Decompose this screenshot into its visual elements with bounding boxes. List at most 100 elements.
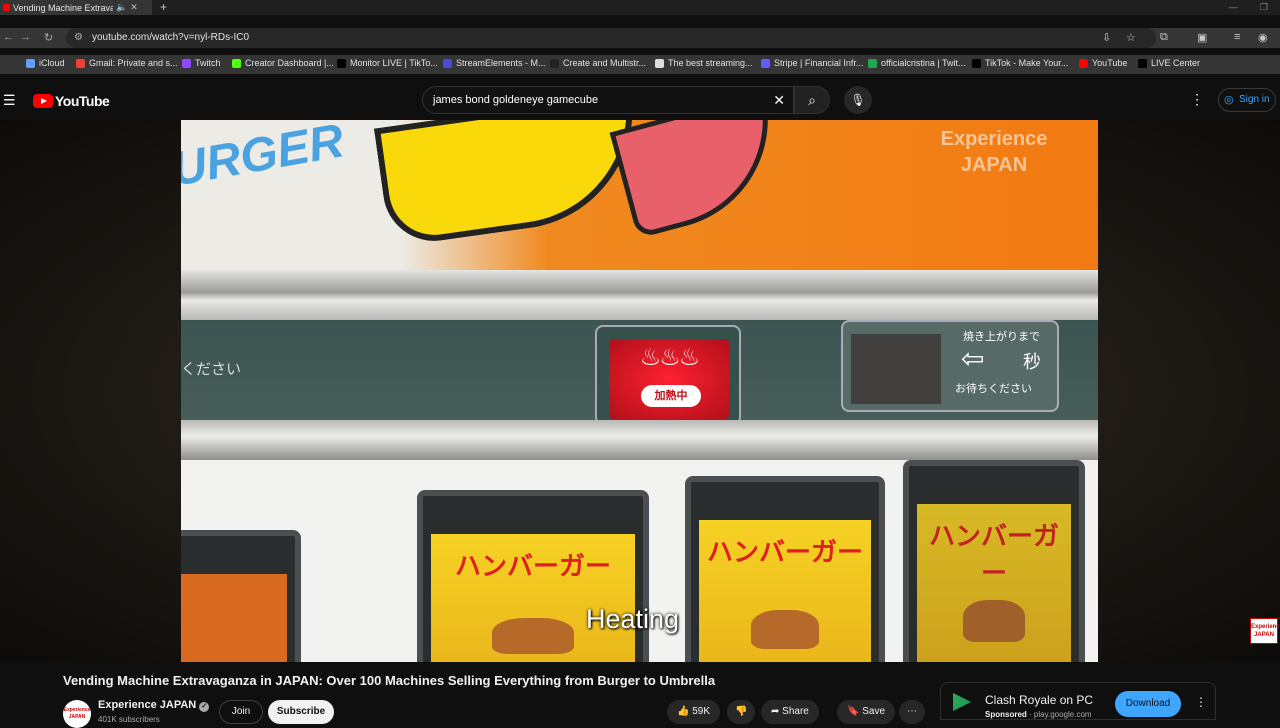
back-icon[interactable]: ←: [3, 31, 14, 43]
bookmark-item[interactable]: officialcristina | Twit...: [868, 58, 966, 68]
wait-text-2: 秒: [1023, 352, 1041, 372]
channel-watermark[interactable]: Experience JAPAN: [1250, 618, 1280, 644]
youtube-logo[interactable]: YouTube: [33, 93, 110, 109]
more-options-icon[interactable]: ⋮: [1190, 91, 1204, 108]
ad-options-icon[interactable]: ⋮: [1195, 695, 1207, 709]
burger-image: [750, 610, 820, 649]
channel-name[interactable]: Experience JAPAN ✓: [98, 699, 210, 712]
heating-light: ♨♨♨ 加熱中: [609, 339, 729, 419]
vending-sign: URGER Experience JAPAN: [181, 120, 1098, 270]
bookmark-favicon-icon: [232, 58, 241, 68]
close-tab-icon[interactable]: ✕: [130, 2, 138, 13]
dislike-button[interactable]: 👎: [727, 700, 756, 724]
address-bar-row: ← → ↻ ⚙ youtube.com/watch?v=nyl-RDs-IC0 …: [0, 28, 1280, 48]
youtube-play-icon: [33, 94, 53, 108]
bookmarks-bar: iCloud Gmail: Private and s... Twitch Creat…: [0, 55, 1280, 74]
like-button[interactable]: 👍 59K: [667, 700, 721, 724]
youtube-favicon-icon: [3, 4, 10, 11]
url-text: youtube.com/watch?v=nyl-RDs-IC0: [92, 32, 250, 43]
bookmark-item[interactable]: TikTok - Make Your...: [972, 58, 1068, 68]
profile-icon[interactable]: ◉: [1258, 31, 1268, 44]
heating-indicator: ♨♨♨ 加熱中: [595, 325, 741, 425]
bookmark-item[interactable]: YouTube: [1079, 58, 1127, 68]
bookmark-item[interactable]: iCloud: [26, 58, 65, 68]
red-bun-art: [609, 120, 793, 239]
metal-rail-lower: [181, 420, 1098, 460]
panel-text: ください: [181, 361, 242, 378]
bookmark-item[interactable]: LIVE Center: [1138, 58, 1200, 68]
search-button[interactable]: ⌕: [794, 86, 830, 114]
sign-in-button[interactable]: ◎ Sign in: [1218, 88, 1276, 112]
clear-search-icon[interactable]: ✕: [773, 87, 785, 113]
product-slot: ハンバーガー: [903, 460, 1085, 662]
slot-label: ハンバーガー: [928, 521, 1059, 588]
verified-icon: ✓: [199, 702, 210, 712]
video-caption: Heating: [586, 604, 680, 634]
video-title: Vending Machine Extravaganza in JAPAN: O…: [63, 673, 716, 688]
sidebar-icon[interactable]: ▣: [1197, 31, 1207, 44]
product-slot: [181, 530, 301, 662]
product-slot: ハンバーガー: [417, 490, 649, 662]
youtube-header: ☰ YouTube james bond goldeneye gamecube …: [0, 82, 1280, 120]
channel-row: Experience JAPAN Experience JAPAN ✓ 401K …: [63, 698, 925, 728]
video-player[interactable]: URGER Experience JAPAN ください ♨♨♨ 加熱中 焼き上が…: [181, 120, 1098, 662]
window-controls: — ❐: [1229, 0, 1268, 14]
save-button[interactable]: 🔖 Save: [837, 700, 896, 724]
sponsored-ad-card[interactable]: Clash Royale on PC Sponsored · play.goog…: [940, 682, 1216, 720]
extensions-icon[interactable]: ⧉: [1160, 31, 1168, 44]
like-count: 59K: [692, 706, 711, 717]
menu-icon[interactable]: ☰: [3, 92, 16, 109]
minimize-icon[interactable]: —: [1229, 0, 1238, 14]
browser-tab-active[interactable]: Vending Machine Extravaga 🔈 ✕: [0, 0, 152, 15]
slot-image: [181, 574, 287, 662]
subscribe-button[interactable]: Subscribe: [268, 700, 334, 724]
share-button[interactable]: ➦ Share: [761, 700, 819, 724]
bookmark-item[interactable]: The best streaming...: [655, 58, 753, 68]
install-icon[interactable]: ⇩: [1102, 28, 1111, 48]
bookmark-label: YouTube: [1092, 58, 1128, 68]
wait-indicator: 焼き上がりまで ⇦ 秒 お待ちください: [841, 320, 1059, 412]
reload-icon[interactable]: ↻: [44, 31, 53, 44]
bookmark-item[interactable]: Create and Multistr...: [550, 58, 646, 68]
bookmark-item[interactable]: Monitor LIVE | TikTo...: [337, 58, 438, 68]
more-horizontal-icon: ⋯: [907, 706, 917, 717]
metal-rail: [181, 270, 1098, 320]
steam-icon: ♨♨♨: [639, 344, 701, 371]
ad-domain: play.google.com: [1033, 710, 1092, 719]
join-button[interactable]: Join: [219, 700, 263, 724]
bookmark-item[interactable]: Gmail: Private and s...: [76, 58, 178, 68]
search-input[interactable]: james bond goldeneye gamecube ✕: [422, 86, 794, 114]
bookmark-favicon-icon: [26, 58, 35, 68]
forward-icon[interactable]: →: [20, 31, 31, 43]
bookmark-favicon-icon: [337, 58, 346, 68]
site-info-icon[interactable]: ⚙: [74, 28, 83, 48]
url-field[interactable]: ⚙ youtube.com/watch?v=nyl-RDs-IC0 ⇩ ☆: [66, 28, 1156, 48]
restore-icon[interactable]: ❐: [1260, 0, 1268, 14]
slot-label: ハンバーガー: [454, 551, 611, 581]
channel-avatar[interactable]: Experience JAPAN: [63, 700, 91, 728]
bookmark-item[interactable]: Twitch: [182, 58, 221, 68]
thumbs-down-icon: 👎: [735, 706, 748, 717]
browser-tab-strip: Vending Machine Extravaga 🔈 ✕ + — ❐: [0, 0, 1280, 15]
download-button[interactable]: Download: [1115, 691, 1181, 717]
channel-name-text: Experience JAPAN: [98, 699, 197, 711]
voice-search-button[interactable]: 🎙: [844, 86, 872, 114]
star-icon[interactable]: ☆: [1126, 28, 1136, 48]
arrow-left-icon: ⇦: [961, 343, 985, 374]
yellow-bun-art: [373, 120, 649, 248]
bookmark-item[interactable]: Stripe | Financial Infr...: [761, 58, 863, 68]
more-actions-button[interactable]: ⋯: [899, 700, 925, 724]
bookmark-favicon-icon: [1079, 58, 1088, 68]
heating-label: 加熱中: [641, 385, 701, 407]
media-icon[interactable]: ≡: [1234, 31, 1240, 43]
bookmark-item[interactable]: Creator Dashboard |...: [232, 58, 334, 68]
new-tab-button[interactable]: +: [160, 0, 167, 15]
slot-image: ハンバーガー: [431, 534, 635, 662]
speaker-icon[interactable]: 🔈: [116, 2, 127, 13]
bookmark-label: Monitor LIVE | TikTo...: [350, 58, 438, 68]
slot-image: ハンバーガー: [699, 520, 871, 662]
video-watermark: Experience JAPAN: [940, 128, 1048, 176]
bookmark-item[interactable]: StreamElements - M...: [443, 58, 546, 68]
ad-sponsored: Sponsored · play.google.com: [985, 710, 1092, 719]
bookmark-label: Stripe | Financial Infr...: [774, 58, 864, 68]
